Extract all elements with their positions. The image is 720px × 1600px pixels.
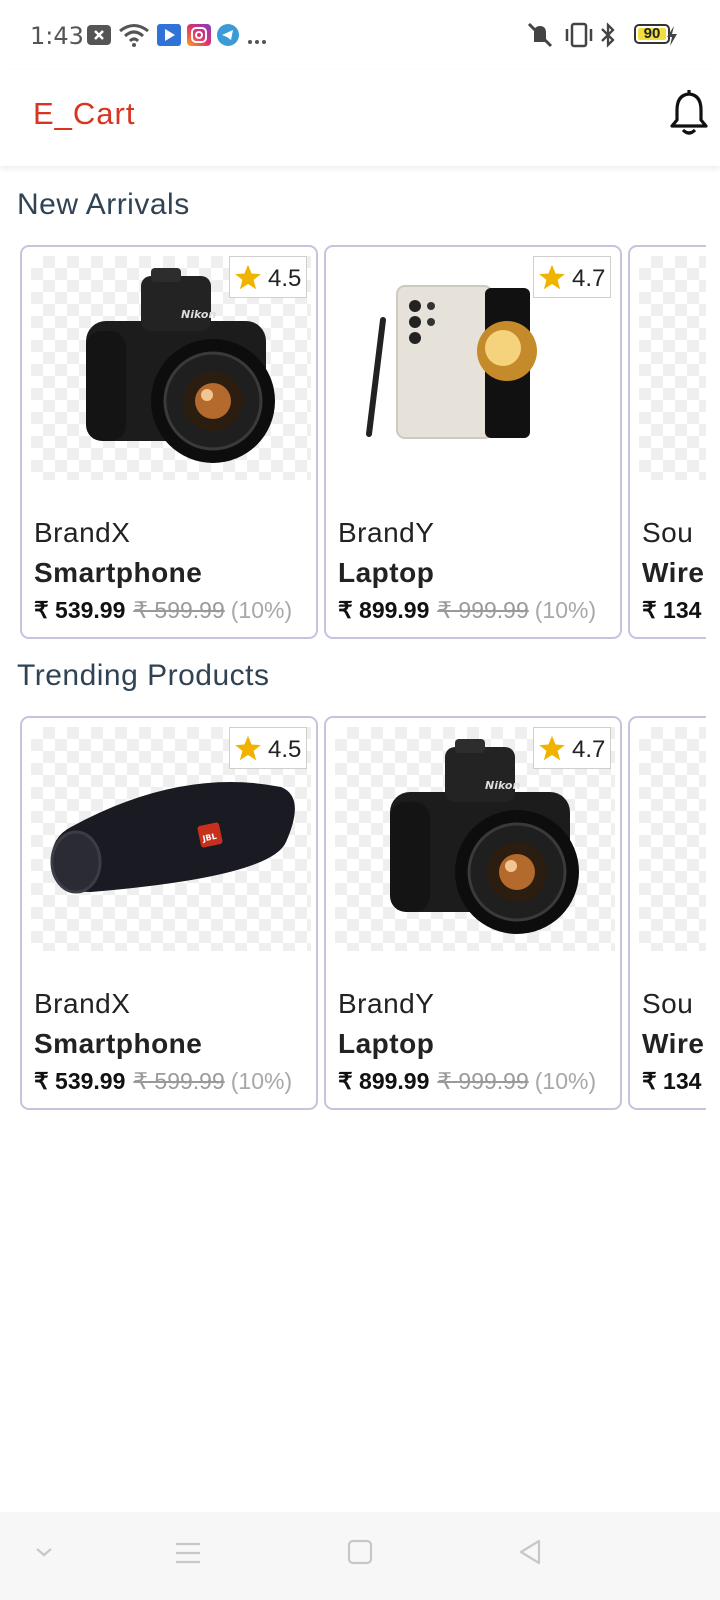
- section-title-trending-products: Trending Products: [17, 659, 270, 692]
- charging-icon: [666, 26, 678, 51]
- product-price: ₹ 899.99: [338, 597, 430, 623]
- product-brand: BrandY: [338, 988, 435, 1019]
- product-name: Wire: [642, 1028, 705, 1059]
- play-store-icon: [157, 24, 181, 51]
- wifi-icon: [118, 22, 150, 53]
- rating-value: 4.7: [572, 265, 606, 292]
- product-mrp: ₹ 999.99: [437, 597, 529, 623]
- rating-badge: 4.7: [533, 256, 611, 298]
- product-brand: BrandX: [34, 517, 131, 548]
- rating-badge: 4.5: [229, 727, 307, 769]
- rating-value: 4.5: [268, 265, 302, 292]
- star-icon: [235, 735, 261, 761]
- status-time: 1:43: [30, 22, 84, 50]
- product-name: Smartphone: [34, 1028, 203, 1059]
- bluetooth-icon: [599, 22, 617, 53]
- menu-icon[interactable]: [174, 1540, 202, 1571]
- svg-text:Nikon: Nikon: [485, 779, 520, 792]
- status-bar: 1:43 90: [0, 0, 720, 70]
- back-icon[interactable]: [517, 1538, 543, 1571]
- price-line: ₹ 899.99 ₹ 999.99 (10%): [338, 597, 596, 624]
- product-price: ₹ 539.99: [34, 597, 126, 623]
- product-card[interactable]: Nikon 4.7 BrandY Laptop ₹ 899.99 ₹ 999.99…: [324, 716, 622, 1110]
- product-discount: (10%): [230, 1068, 293, 1094]
- silent-icon: [525, 22, 555, 53]
- product-row-new-arrivals[interactable]: Nikon 4.5 BrandX Smartphone ₹ 539.99 ₹ 59…: [0, 245, 706, 640]
- app-bar: E_Cart: [0, 70, 720, 166]
- more-icon: [247, 32, 267, 50]
- product-discount: (10%): [534, 597, 597, 623]
- product-row-trending-products[interactable]: JBL 4.5 BrandX Smartphone ₹ 539.99 ₹ 599.…: [0, 716, 706, 1111]
- product-discount: (10%): [534, 1068, 597, 1094]
- price-line: ₹ 134: [642, 1068, 701, 1095]
- product-name: Laptop: [338, 557, 435, 588]
- telegram-icon: [217, 24, 239, 51]
- product-mrp: ₹ 999.99: [437, 1068, 529, 1094]
- star-icon: [539, 264, 565, 290]
- product-card[interactable]: JBL 4.5 BrandX Smartphone ₹ 539.99 ₹ 599.…: [20, 716, 318, 1110]
- product-brand: Sou: [642, 988, 694, 1019]
- product-name: Laptop: [338, 1028, 435, 1059]
- system-nav-bar: [0, 1512, 720, 1600]
- price-line: ₹ 134: [642, 597, 701, 624]
- product-price: ₹ 134: [642, 597, 702, 623]
- bell-icon[interactable]: [666, 88, 712, 138]
- star-icon: [235, 264, 261, 290]
- product-card[interactable]: 4.7 BrandY Laptop ₹ 899.99 ₹ 999.99 (10%): [324, 245, 622, 639]
- product-brand: BrandY: [338, 517, 435, 548]
- battery-icon: 90: [634, 24, 670, 44]
- product-name: Smartphone: [34, 557, 203, 588]
- vibrate-icon: [563, 22, 595, 53]
- svg-text:Nikon: Nikon: [181, 308, 216, 321]
- product-name: Wire: [642, 557, 705, 588]
- product-brand: Sou: [642, 517, 694, 548]
- rating-badge: 4.7: [533, 727, 611, 769]
- home-icon[interactable]: [347, 1539, 373, 1570]
- price-line: ₹ 539.99 ₹ 599.99 (10%): [34, 1068, 292, 1095]
- product-price: ₹ 899.99: [338, 1068, 430, 1094]
- product-image: [639, 727, 706, 951]
- rating-value: 4.7: [572, 736, 606, 763]
- product-card[interactable]: Sou Wire ₹ 134: [628, 245, 706, 639]
- product-brand: BrandX: [34, 988, 131, 1019]
- product-mrp: ₹ 599.99: [133, 1068, 225, 1094]
- app-title: E_Cart: [33, 96, 136, 131]
- price-line: ₹ 899.99 ₹ 999.99 (10%): [338, 1068, 596, 1095]
- product-price: ₹ 539.99: [34, 1068, 126, 1094]
- product-card[interactable]: Nikon 4.5 BrandX Smartphone ₹ 539.99 ₹ 59…: [20, 245, 318, 639]
- star-icon: [539, 735, 565, 761]
- product-price: ₹ 134: [642, 1068, 702, 1094]
- product-discount: (10%): [230, 597, 293, 623]
- section-title-new-arrivals: New Arrivals: [17, 188, 190, 221]
- product-mrp: ₹ 599.99: [133, 597, 225, 623]
- product-card[interactable]: Sou Wire ₹ 134: [628, 716, 706, 1110]
- instagram-icon: [187, 24, 211, 51]
- collapse-icon[interactable]: [34, 1544, 54, 1565]
- close-box-icon: [86, 24, 112, 51]
- price-line: ₹ 539.99 ₹ 599.99 (10%): [34, 597, 292, 624]
- rating-value: 4.5: [268, 736, 302, 763]
- rating-badge: 4.5: [229, 256, 307, 298]
- product-image: [639, 256, 706, 480]
